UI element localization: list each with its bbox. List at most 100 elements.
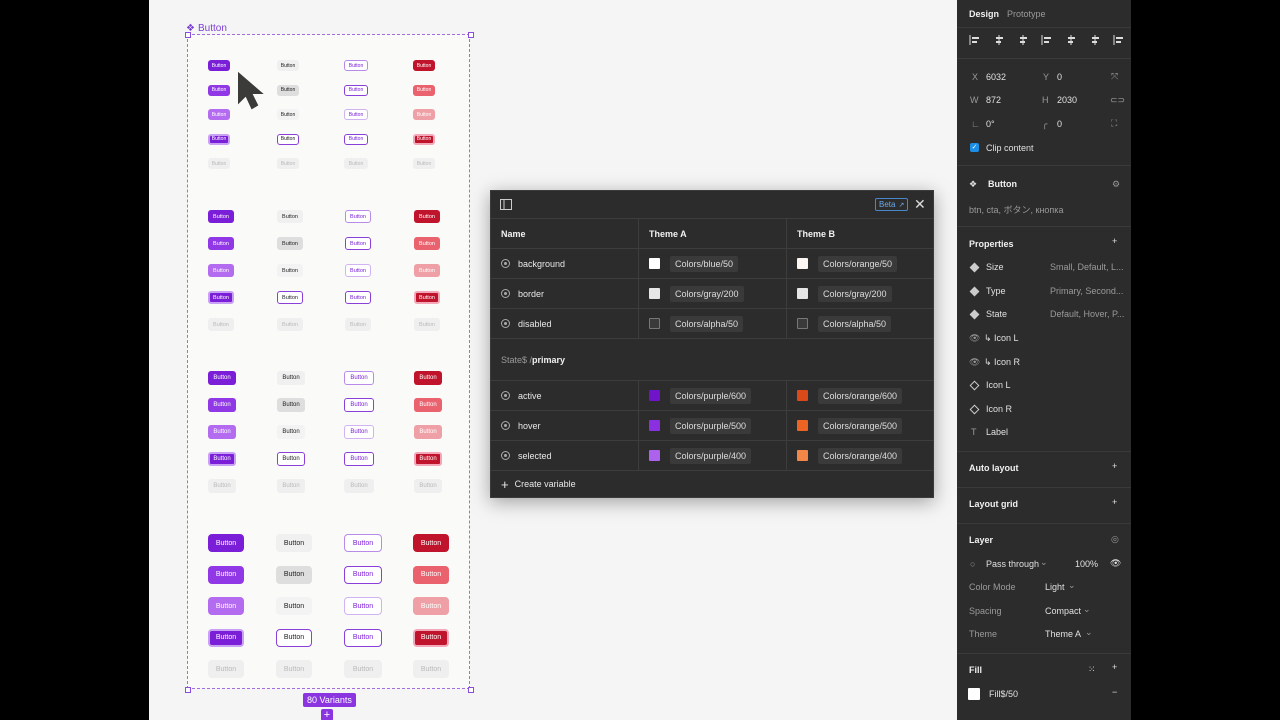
button-variant[interactable]: Button <box>277 60 299 71</box>
variable-value-cell[interactable]: Colors/orange/50 <box>797 249 898 278</box>
resize-handle[interactable] <box>185 32 191 38</box>
component-set-frame[interactable]: Button Button Button Button Button Button Butt… <box>185 32 474 693</box>
variable-value-cell[interactable]: Colors/blue/50 <box>649 249 739 278</box>
button-variant[interactable]: Button <box>208 237 234 250</box>
button-variant[interactable]: Button <box>276 628 312 647</box>
frame-label[interactable]: ❖ Button <box>186 23 227 34</box>
button-variant[interactable]: Button <box>208 565 244 584</box>
button-variant[interactable]: Button <box>277 291 303 304</box>
variable-name-cell[interactable]: selected <box>501 441 552 470</box>
button-variant[interactable]: Button <box>208 264 234 277</box>
button-variant[interactable]: Button <box>277 371 305 385</box>
button-variant[interactable]: Button <box>413 534 449 552</box>
button-variant[interactable]: Button <box>414 318 440 331</box>
variable-modes-icon[interactable]: ◎ <box>1111 534 1119 545</box>
color-alias-chip[interactable]: Colors/purple/600 <box>670 387 752 404</box>
add-layout-grid-button[interactable]: + <box>1112 497 1117 507</box>
color-alias-chip[interactable]: Colors/orange/600 <box>818 387 903 404</box>
variable-value-cell[interactable]: Colors/alpha/50 <box>797 309 892 338</box>
button-variant[interactable]: Button <box>345 318 371 331</box>
button-variant[interactable]: Button <box>208 60 230 71</box>
button-variant[interactable]: Button <box>208 84 230 96</box>
variable-name-cell[interactable]: disabled <box>501 309 552 338</box>
button-variant[interactable]: Button <box>277 398 305 412</box>
variable-value-cell[interactable]: Colors/orange/400 <box>797 441 903 470</box>
button-variant[interactable]: Button <box>208 479 236 493</box>
h-input[interactable]: 2030 <box>1057 95 1077 105</box>
align-top-icon[interactable] <box>1041 34 1053 48</box>
create-variable-label[interactable]: + Create variable <box>501 471 576 497</box>
button-variant[interactable]: Button <box>344 534 382 552</box>
remove-fill-button[interactable]: − <box>1112 687 1117 697</box>
button-variant[interactable]: Button <box>344 84 368 96</box>
property-name[interactable]: State <box>986 309 1007 319</box>
button-variant[interactable]: Button <box>414 398 442 412</box>
mode-dropdown-icon[interactable]: ⌄ <box>1085 627 1093 638</box>
button-variant[interactable]: Button <box>413 133 435 145</box>
sidebar-toggle-icon[interactable] <box>500 199 512 210</box>
property-name[interactable]: Type <box>986 286 1006 296</box>
resize-handle[interactable] <box>468 32 474 38</box>
component-description[interactable]: btn, cta, ボタン, кнопка <box>969 203 1063 216</box>
column-header[interactable]: Name <box>501 219 526 248</box>
independent-corners-icon[interactable]: ⛶ <box>1111 118 1117 129</box>
button-variant[interactable]: Button <box>344 371 374 385</box>
button-variant[interactable]: Button <box>208 534 244 552</box>
button-variant[interactable]: Button <box>414 452 442 466</box>
variable-name-cell[interactable]: border <box>501 279 544 308</box>
blend-dropdown-icon[interactable]: ⌄ <box>1040 557 1048 568</box>
y-input[interactable]: 0 <box>1057 72 1062 82</box>
variable-value-cell[interactable]: Colors/purple/600 <box>649 381 752 410</box>
color-alias-chip[interactable]: Colors/alpha/50 <box>818 315 892 332</box>
button-variant[interactable]: Button <box>344 398 374 412</box>
button-variant[interactable]: Button <box>208 109 230 120</box>
mode-value[interactable]: Theme A <box>1045 629 1081 639</box>
button-variant[interactable]: Button <box>277 210 303 223</box>
variable-value-cell[interactable]: Colors/orange/500 <box>797 411 903 440</box>
constraints-icon[interactable]: ⤧ <box>1111 71 1118 82</box>
x-input[interactable]: 6032 <box>986 72 1006 82</box>
text-property-name[interactable]: Label <box>986 427 1008 437</box>
button-variant[interactable]: Button <box>344 425 374 439</box>
mode-dropdown-icon[interactable]: ⌄ <box>1083 604 1091 615</box>
color-alias-chip[interactable]: Colors/orange/400 <box>818 447 903 464</box>
color-alias-chip[interactable]: Colors/gray/200 <box>670 285 744 302</box>
mode-value[interactable]: Light <box>1045 582 1065 592</box>
variable-row[interactable]: border Colors/gray/200 Colors/gray/200 <box>491 279 933 309</box>
align-right-icon[interactable] <box>1017 34 1029 48</box>
button-variant[interactable]: Button <box>276 534 312 552</box>
button-variant[interactable]: Button <box>414 479 442 493</box>
button-variant[interactable]: Button <box>277 109 299 120</box>
button-variant[interactable]: Button <box>414 425 442 439</box>
button-variant[interactable]: Button <box>276 565 312 584</box>
property-name[interactable]: Size <box>986 262 1004 272</box>
variable-row[interactable]: active Colors/purple/600 Colors/orange/600 <box>491 381 933 411</box>
button-variant[interactable]: Button <box>208 133 230 145</box>
align-bottom-icon[interactable] <box>1089 34 1101 48</box>
button-variant[interactable]: Button <box>413 660 449 678</box>
add-fill-button[interactable]: + <box>1112 662 1117 672</box>
layer-visibility-icon[interactable]: 👁 <box>1110 558 1121 569</box>
button-variant[interactable]: Button <box>277 264 303 277</box>
button-variant[interactable]: Button <box>414 291 440 304</box>
fill-swatch[interactable] <box>968 688 980 700</box>
variable-value-cell[interactable]: Colors/gray/200 <box>797 279 892 308</box>
variable-value-cell[interactable]: Colors/alpha/50 <box>649 309 744 338</box>
button-variant[interactable]: Button <box>208 452 236 466</box>
button-variant[interactable]: Button <box>413 628 449 647</box>
button-variant[interactable]: Button <box>413 597 449 615</box>
color-alias-chip[interactable]: Colors/orange/50 <box>818 255 898 272</box>
column-header-row[interactable]: Name Theme A Theme B <box>491 219 933 249</box>
edit-component-icon[interactable]: ⚙ <box>1112 179 1120 190</box>
button-variant[interactable]: Button <box>208 660 244 678</box>
button-variant[interactable]: Button <box>344 565 382 584</box>
auto-layout-title[interactable]: Auto layout <box>969 463 1019 473</box>
column-header[interactable]: Theme A <box>649 219 687 248</box>
color-alias-chip[interactable]: Colors/orange/500 <box>818 417 903 434</box>
button-variant[interactable]: Button <box>414 264 440 277</box>
align-center-v-icon[interactable] <box>1065 34 1077 48</box>
tab-prototype[interactable]: Prototype <box>1007 9 1046 19</box>
button-variant[interactable]: Button <box>277 133 299 145</box>
boolean-property-name[interactable]: ↳ Icon L <box>984 333 1019 344</box>
button-variant[interactable]: Button <box>277 237 303 250</box>
